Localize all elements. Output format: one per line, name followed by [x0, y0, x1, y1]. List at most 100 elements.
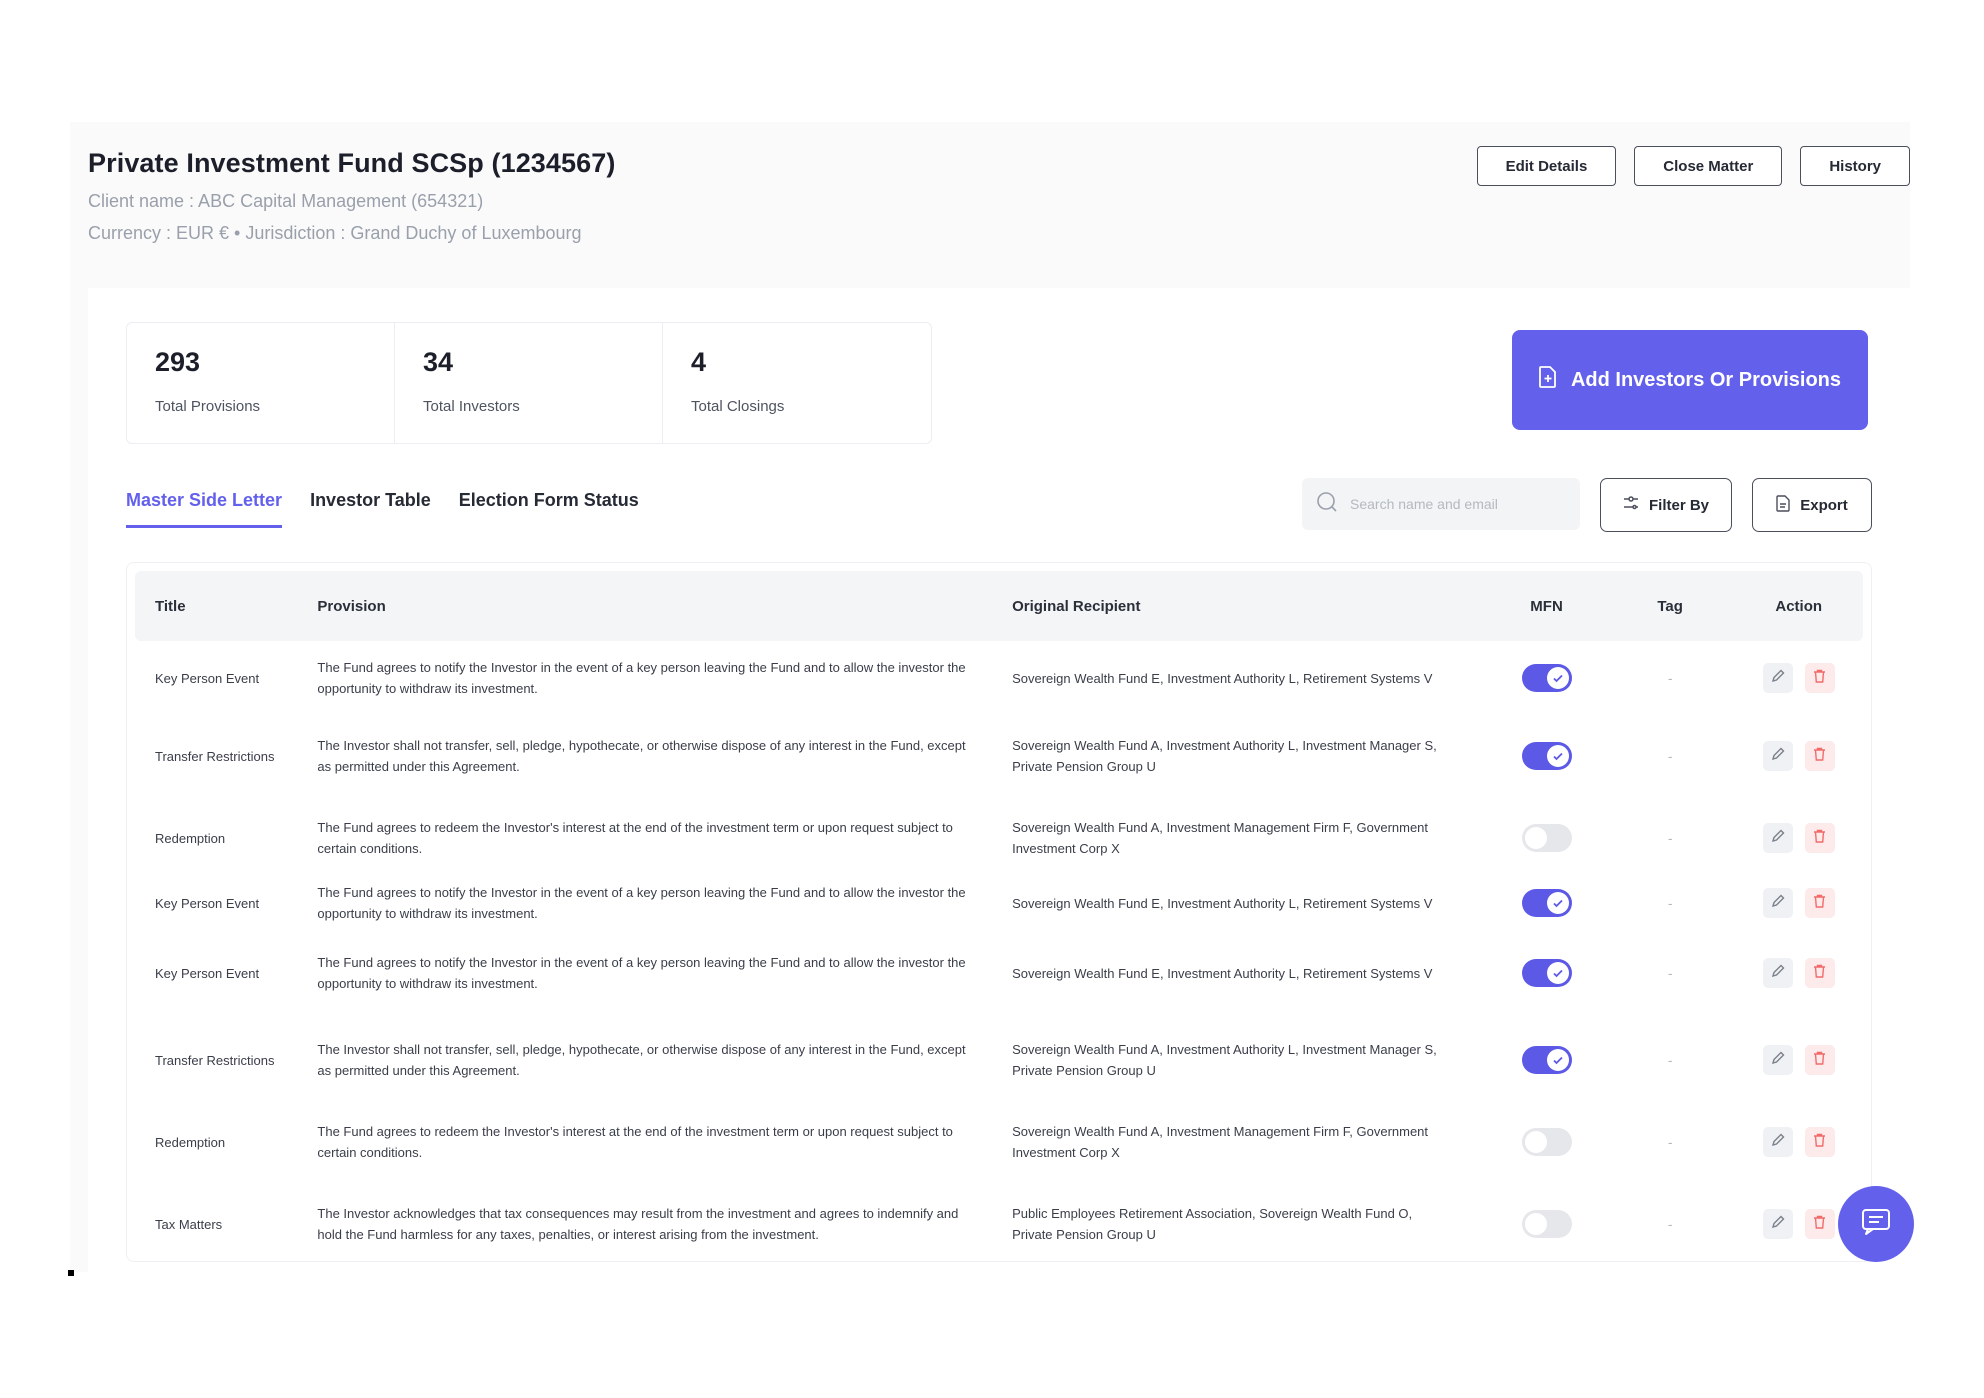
edit-row-button[interactable]	[1762, 741, 1793, 771]
edit-row-button[interactable]	[1762, 1045, 1793, 1075]
pencil-icon	[1771, 1215, 1785, 1234]
pencil-icon	[1771, 1133, 1785, 1152]
row-provision: The Fund agrees to notify the Investor i…	[317, 660, 966, 696]
delete-row-button[interactable]	[1804, 1209, 1835, 1239]
edge-marker	[68, 1270, 74, 1276]
row-provision: The Fund agrees to redeem the Investor's…	[317, 820, 953, 856]
edit-row-button[interactable]	[1762, 1127, 1793, 1157]
table-header: Title Provision Original Recipient MFN T…	[135, 571, 1863, 641]
column-header-title[interactable]: Title	[135, 598, 297, 615]
row-title: Redemption	[155, 830, 226, 846]
row-tag: -	[1667, 895, 1673, 911]
tab-election-form-status[interactable]: Election Form Status	[459, 490, 639, 528]
row-tag: -	[1667, 748, 1673, 764]
pencil-icon	[1771, 1051, 1785, 1070]
table-row: Transfer Restrictions The Investor shall …	[135, 1019, 1863, 1101]
chat-icon	[1861, 1208, 1891, 1241]
table-row: Key Person Event The Fund agrees to notif…	[135, 879, 1863, 927]
export-label: Export	[1800, 496, 1848, 514]
delete-row-button[interactable]	[1804, 741, 1835, 771]
tag-cell: -	[1606, 1216, 1735, 1232]
delete-row-button[interactable]	[1804, 958, 1835, 988]
action-cell	[1734, 958, 1863, 988]
column-header-original-recipient[interactable]: Original Recipient	[1012, 598, 1487, 615]
action-cell	[1734, 741, 1863, 771]
mfn-cell	[1487, 1046, 1606, 1074]
edit-details-button[interactable]: Edit Details	[1476, 146, 1617, 186]
row-original-recipient: Sovereign Wealth Fund E, Investment Auth…	[1012, 965, 1433, 981]
row-original-recipient: Sovereign Wealth Fund E, Investment Auth…	[1012, 895, 1433, 911]
edit-row-button[interactable]	[1762, 823, 1793, 853]
stat-total-investors: 34 Total Investors	[395, 323, 663, 443]
check-icon	[1546, 745, 1569, 767]
page-title: Private Investment Fund SCSp (1234567)	[88, 148, 616, 178]
tab-investor-table[interactable]: Investor Table	[310, 490, 431, 528]
edit-row-button[interactable]	[1762, 958, 1793, 988]
table-row: Redemption The Fund agrees to redeem the …	[135, 797, 1863, 879]
tag-cell: -	[1606, 895, 1735, 911]
row-title: Key Person Event	[155, 670, 260, 686]
mfn-toggle[interactable]	[1521, 742, 1572, 770]
add-investors-or-provisions-button[interactable]: Add Investors Or Provisions	[1512, 330, 1868, 430]
close-matter-button[interactable]: Close Matter	[1634, 146, 1783, 186]
column-header-tag[interactable]: Tag	[1606, 598, 1735, 615]
column-header-provision[interactable]: Provision	[297, 598, 1012, 615]
delete-row-button[interactable]	[1804, 888, 1835, 918]
trash-icon	[1813, 829, 1826, 848]
row-title: Redemption	[155, 1134, 226, 1150]
mfn-toggle[interactable]	[1521, 889, 1572, 917]
row-original-recipient: Sovereign Wealth Fund E, Investment Auth…	[1012, 670, 1433, 686]
mfn-toggle[interactable]	[1521, 959, 1572, 987]
delete-row-button[interactable]	[1804, 663, 1835, 693]
row-tag: -	[1667, 670, 1673, 686]
mfn-toggle[interactable]	[1521, 1210, 1572, 1238]
provisions-table: Title Provision Original Recipient MFN T…	[126, 562, 1872, 1262]
edit-row-button[interactable]	[1762, 888, 1793, 918]
mfn-cell	[1487, 1128, 1606, 1156]
column-header-mfn[interactable]: MFN	[1487, 598, 1606, 615]
column-header-action: Action	[1775, 597, 1823, 615]
delete-row-button[interactable]	[1804, 1045, 1835, 1075]
stats-card: 293 Total Provisions 34 Total Investors …	[126, 322, 932, 444]
toggle-knob	[1524, 827, 1547, 849]
matter-header: Private Investment Fund SCSp (1234567) C…	[88, 148, 615, 244]
tag-cell: -	[1606, 1134, 1735, 1150]
row-provision: The Investor acknowledges that tax conse…	[317, 1206, 959, 1242]
chat-button[interactable]	[1838, 1186, 1914, 1262]
row-original-recipient: Sovereign Wealth Fund A, Investment Mana…	[1012, 1124, 1429, 1160]
filter-label: Filter By	[1648, 496, 1709, 514]
delete-row-button[interactable]	[1804, 823, 1835, 853]
history-button[interactable]: History	[1800, 146, 1910, 186]
trash-icon	[1813, 1215, 1826, 1234]
delete-row-button[interactable]	[1804, 1127, 1835, 1157]
row-title: Key Person Event	[155, 965, 260, 981]
row-title: Transfer Restrictions	[155, 748, 275, 764]
mfn-cell	[1487, 889, 1606, 917]
tag-cell: -	[1606, 748, 1735, 764]
row-provision: The Investor shall not transfer, sell, p…	[317, 1042, 966, 1078]
mfn-cell	[1487, 664, 1606, 692]
mfn-cell	[1487, 959, 1606, 987]
filter-icon	[1623, 495, 1639, 515]
stat-label: Total Closings	[691, 398, 785, 415]
tab-master-side-letter[interactable]: Master Side Letter	[126, 490, 283, 528]
export-button[interactable]: Export	[1752, 478, 1872, 532]
row-tag: -	[1667, 830, 1673, 846]
edit-row-button[interactable]	[1762, 663, 1793, 693]
action-cell	[1734, 823, 1863, 853]
search-input[interactable]	[1350, 496, 1550, 512]
trash-icon	[1813, 1133, 1826, 1152]
mfn-toggle[interactable]	[1521, 664, 1572, 692]
row-tag: -	[1667, 1216, 1673, 1232]
edit-row-button[interactable]	[1762, 1209, 1793, 1239]
pencil-icon	[1771, 964, 1785, 983]
filter-by-button[interactable]: Filter By	[1600, 478, 1732, 532]
mfn-toggle[interactable]	[1521, 1128, 1572, 1156]
mfn-toggle[interactable]	[1521, 1046, 1572, 1074]
stat-total-provisions: 293 Total Provisions	[127, 323, 395, 443]
stat-value: 4	[691, 347, 707, 377]
mfn-toggle[interactable]	[1521, 824, 1572, 852]
row-original-recipient: Sovereign Wealth Fund A, Investment Auth…	[1012, 738, 1437, 774]
add-button-label: Add Investors Or Provisions	[1570, 368, 1842, 391]
stat-label: Total Investors	[423, 398, 520, 415]
